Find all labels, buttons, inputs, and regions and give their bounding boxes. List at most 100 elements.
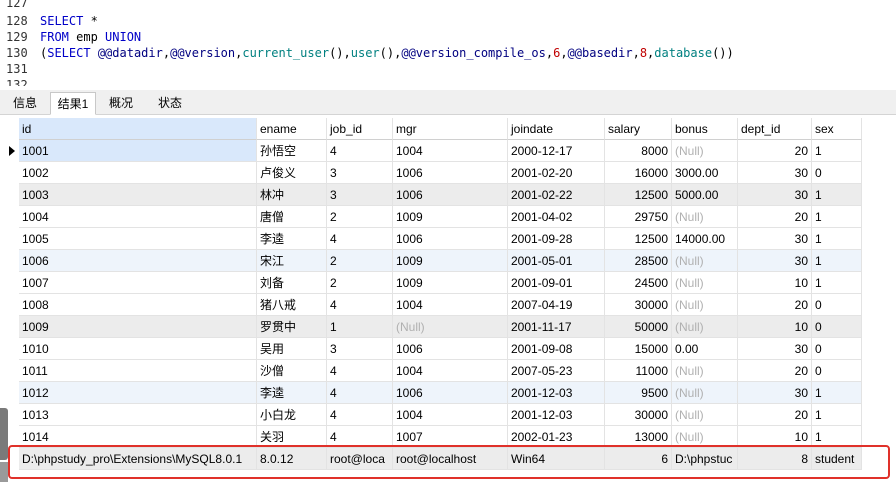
table-cell-sex[interactable]: 1	[812, 140, 862, 162]
table-cell-joindate[interactable]: 2001-09-08	[508, 338, 605, 360]
table-cell-mgr[interactable]: 1006	[393, 228, 508, 250]
table-cell-joindate[interactable]: 2001-02-20	[508, 162, 605, 184]
table-cell-dept-id[interactable]: 10	[738, 316, 812, 338]
table-cell-dept-id[interactable]: 30	[738, 162, 812, 184]
table-cell-id[interactable]: 1006	[19, 250, 257, 272]
table-cell-mgr[interactable]: 1004	[393, 404, 508, 426]
table-cell-salary[interactable]: 50000	[605, 316, 672, 338]
result-grid[interactable]: id ename job_id mgr joindate salary bonus dept_…	[0, 118, 896, 482]
table-cell-ename[interactable]: 林冲	[257, 184, 327, 206]
table-cell-job-id[interactable]: 4	[327, 140, 393, 162]
table-cell-ename[interactable]: 沙僧	[257, 360, 327, 382]
table-cell-salary[interactable]: 8000	[605, 140, 672, 162]
table-cell-bonus[interactable]: 3000.00	[672, 162, 738, 184]
table-cell-job-id[interactable]: 3	[327, 338, 393, 360]
table-cell-id[interactable]: 1008	[19, 294, 257, 316]
table-cell-id[interactable]: 1009	[19, 316, 257, 338]
table-cell-id[interactable]: 1005	[19, 228, 257, 250]
table-cell-salary[interactable]: 28500	[605, 250, 672, 272]
table-cell-id[interactable]: 1001	[19, 140, 257, 162]
table-cell-job-id[interactable]: 2	[327, 272, 393, 294]
table-cell-bonus[interactable]: (Null)	[672, 360, 738, 382]
table-cell-salary[interactable]: 30000	[605, 404, 672, 426]
column-header-salary[interactable]: salary	[605, 118, 672, 140]
table-cell-ename[interactable]: 猪八戒	[257, 294, 327, 316]
table-cell-joindate[interactable]: 2001-09-01	[508, 272, 605, 294]
table-cell-mgr[interactable]: 1004	[393, 360, 508, 382]
column-header-id[interactable]: id	[19, 118, 257, 140]
table-cell-ename[interactable]: 李逵	[257, 228, 327, 250]
table-cell-mgr[interactable]: 1004	[393, 294, 508, 316]
table-cell-job-id[interactable]: 4	[327, 382, 393, 404]
table-cell-job-id[interactable]: 1	[327, 316, 393, 338]
table-cell-id[interactable]: 1011	[19, 360, 257, 382]
table-cell-bonus[interactable]: (Null)	[672, 294, 738, 316]
table-cell-dept-id[interactable]: 20	[738, 140, 812, 162]
table-cell-joindate[interactable]: 2001-04-02	[508, 206, 605, 228]
table-cell-job-id[interactable]: 2	[327, 250, 393, 272]
table-cell-job-id[interactable]: 3	[327, 184, 393, 206]
table-cell-dept-id[interactable]: 30	[738, 250, 812, 272]
table-cell-salary[interactable]: 30000	[605, 294, 672, 316]
column-header-job-id[interactable]: job_id	[327, 118, 393, 140]
table-cell-job-id[interactable]: 4	[327, 228, 393, 250]
table-cell-ename[interactable]: 唐僧	[257, 206, 327, 228]
column-header-sex[interactable]: sex	[812, 118, 862, 140]
table-cell-dept-id[interactable]: 30	[738, 184, 812, 206]
table-cell-sex[interactable]: 1	[812, 228, 862, 250]
table-cell-mgr[interactable]: 1006	[393, 162, 508, 184]
table-cell-sex[interactable]: 1	[812, 404, 862, 426]
table-cell-mgr[interactable]: 1006	[393, 184, 508, 206]
table-cell-id[interactable]: 1003	[19, 184, 257, 206]
tab-info[interactable]: 信息	[4, 92, 46, 114]
table-cell-mgr[interactable]: 1009	[393, 206, 508, 228]
table-cell-bonus[interactable]: (Null)	[672, 316, 738, 338]
table-cell-salary[interactable]: 9500	[605, 382, 672, 404]
table-cell-bonus[interactable]: (Null)	[672, 206, 738, 228]
table-cell-joindate[interactable]: 2000-12-17	[508, 140, 605, 162]
table-cell-ename[interactable]: 小白龙	[257, 404, 327, 426]
table-cell-salary[interactable]: 12500	[605, 228, 672, 250]
table-cell-sex[interactable]: 0	[812, 360, 862, 382]
table-cell-salary[interactable]: 24500	[605, 272, 672, 294]
column-header-ename[interactable]: ename	[257, 118, 327, 140]
table-cell-mgr[interactable]: 1009	[393, 250, 508, 272]
code-line[interactable]: 128 SELECT *	[0, 13, 98, 29]
table-cell-job-id[interactable]: 2	[327, 206, 393, 228]
table-cell-dept-id[interactable]: 30	[738, 382, 812, 404]
table-cell-dept-id[interactable]: 20	[738, 206, 812, 228]
table-cell-id[interactable]: 1010	[19, 338, 257, 360]
tab-result1[interactable]: 结果1	[50, 92, 96, 115]
code-line[interactable]: 130 (SELECT @@datadir,@@version,current_u…	[0, 45, 734, 61]
table-cell-joindate[interactable]: 2001-02-22	[508, 184, 605, 206]
table-cell-job-id[interactable]: 4	[327, 404, 393, 426]
table-cell-id[interactable]: 1004	[19, 206, 257, 228]
code-line[interactable]: 132	[0, 77, 40, 86]
table-cell-id[interactable]: 1002	[19, 162, 257, 184]
table-cell-sex[interactable]: 0	[812, 338, 862, 360]
table-cell-salary[interactable]: 12500	[605, 184, 672, 206]
table-cell-id[interactable]: 1013	[19, 404, 257, 426]
table-cell-bonus[interactable]: (Null)	[672, 404, 738, 426]
table-cell-job-id[interactable]: 4	[327, 294, 393, 316]
table-cell-bonus[interactable]: (Null)	[672, 272, 738, 294]
column-header-mgr[interactable]: mgr	[393, 118, 508, 140]
table-cell-sex[interactable]: 0	[812, 294, 862, 316]
column-header-joindate[interactable]: joindate	[508, 118, 605, 140]
table-cell-salary[interactable]: 16000	[605, 162, 672, 184]
table-cell-sex[interactable]: 1	[812, 272, 862, 294]
table-cell-sex[interactable]: 1	[812, 250, 862, 272]
table-cell-bonus[interactable]: (Null)	[672, 382, 738, 404]
table-cell-sex[interactable]: 1	[812, 382, 862, 404]
table-cell-mgr[interactable]: (Null)	[393, 316, 508, 338]
table-cell-ename[interactable]: 宋江	[257, 250, 327, 272]
table-cell-joindate[interactable]: 2001-11-17	[508, 316, 605, 338]
table-cell-id[interactable]: 1012	[19, 382, 257, 404]
table-cell-sex[interactable]: 0	[812, 316, 862, 338]
table-cell-mgr[interactable]: 1004	[393, 140, 508, 162]
table-cell-joindate[interactable]: 2001-09-28	[508, 228, 605, 250]
table-cell-salary[interactable]: 11000	[605, 360, 672, 382]
table-cell-ename[interactable]: 罗贯中	[257, 316, 327, 338]
table-cell-salary[interactable]: 15000	[605, 338, 672, 360]
code-line[interactable]: 131	[0, 61, 40, 77]
